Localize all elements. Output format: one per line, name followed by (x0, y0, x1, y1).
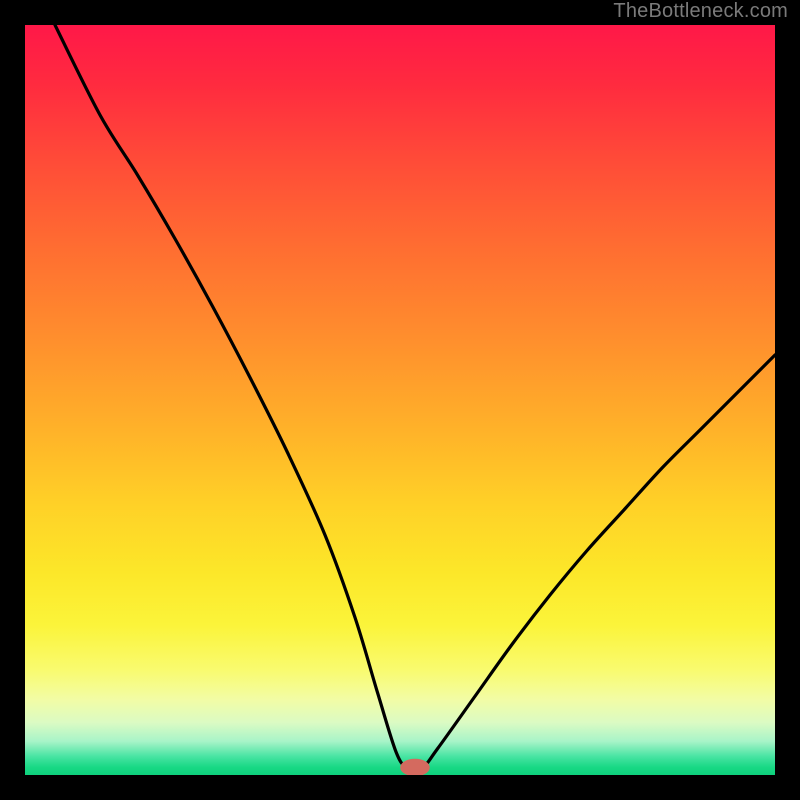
marker-point (401, 759, 430, 775)
bottleneck-curve (55, 25, 775, 770)
chart-svg (25, 25, 775, 775)
attribution-text: TheBottleneck.com (613, 0, 788, 23)
chart-gradient-area (25, 25, 775, 775)
